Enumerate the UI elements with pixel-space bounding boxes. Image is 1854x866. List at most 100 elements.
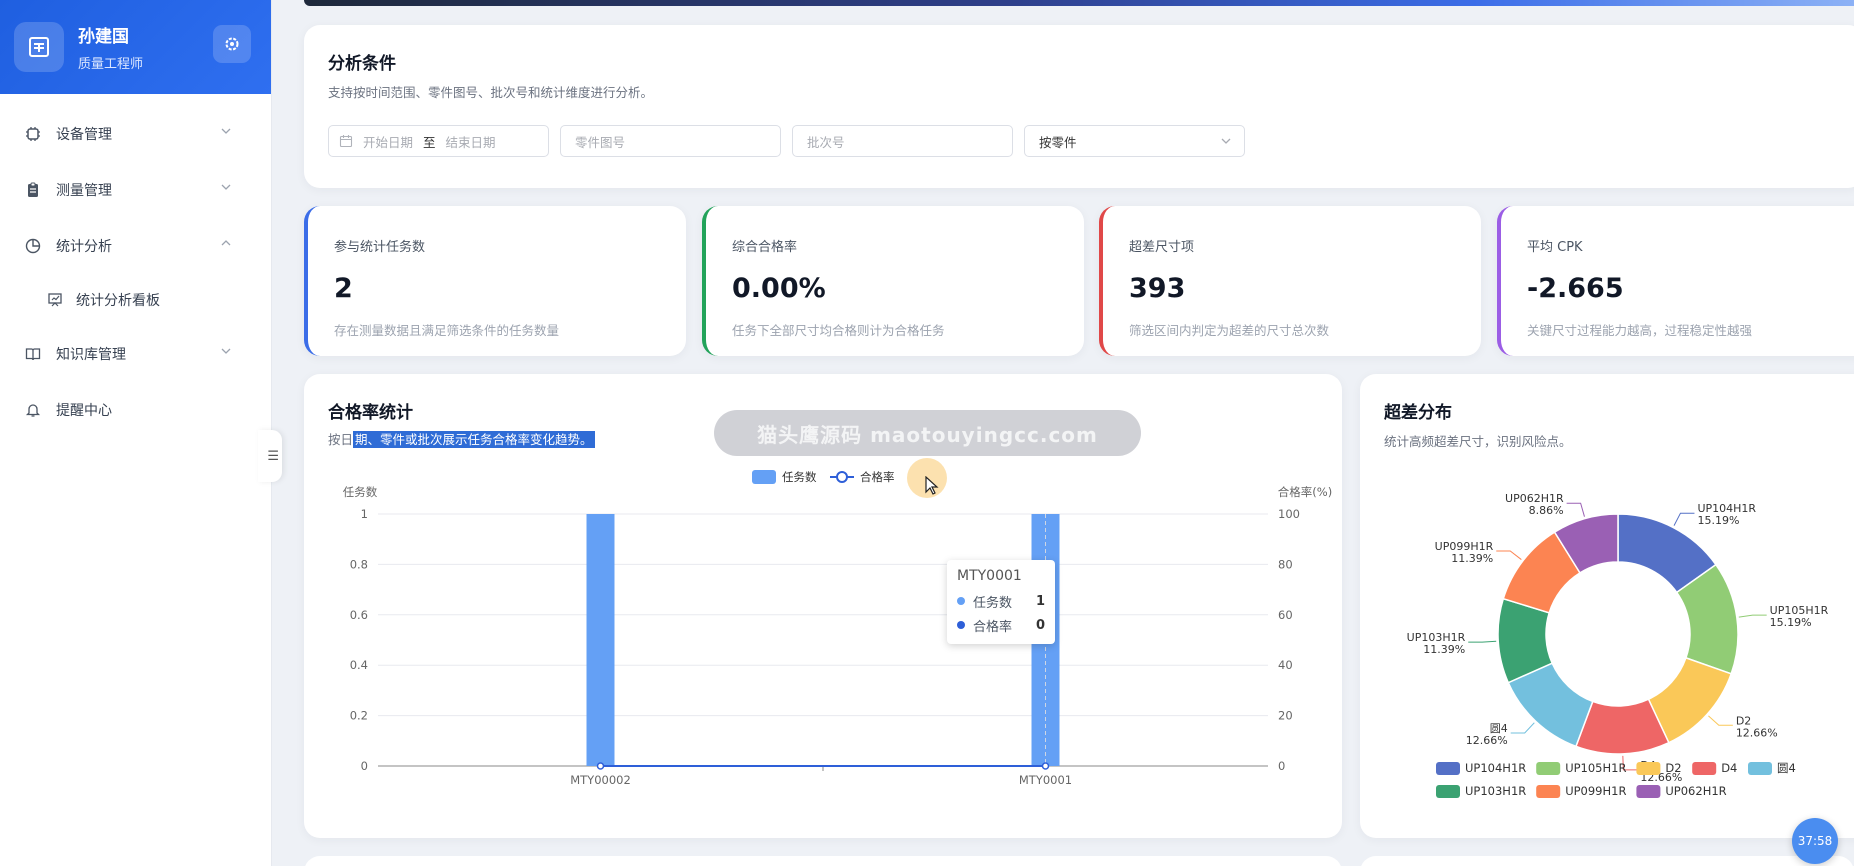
legend-label: D4 xyxy=(1721,761,1737,775)
watermark: 猫头鹰源码 maotouyingcc.com xyxy=(714,410,1141,456)
next-card-edge xyxy=(304,856,1342,866)
next-card-edge xyxy=(1360,856,1854,866)
part-number-input[interactable]: 零件图号 xyxy=(560,125,781,157)
dimension-select-value: 按零件 xyxy=(1039,134,1077,150)
avatar[interactable] xyxy=(14,22,64,72)
legend-swatch xyxy=(1436,762,1460,775)
legend-line-marker xyxy=(836,471,848,483)
slice-percent-label: 12.66% xyxy=(1736,726,1778,739)
sidebar-collapse-button[interactable]: ☰ xyxy=(258,430,282,482)
timer-badge[interactable]: 37:58 xyxy=(1792,818,1838,864)
chevron-up-icon xyxy=(221,240,231,246)
start-date-input[interactable]: 开始日期 xyxy=(363,132,413,151)
settings-button[interactable] xyxy=(213,25,251,63)
nav-item-reminders[interactable]: 提醒中心 xyxy=(0,382,271,438)
nav-item-device[interactable]: 设备管理 xyxy=(0,106,271,162)
date-range-picker[interactable]: 开始日期 至 结束日期 xyxy=(328,125,549,157)
tooltip-row: 合格率 0 xyxy=(957,613,1045,637)
user-card: 孙建国 质量工程师 xyxy=(0,0,271,94)
nav-menu: 设备管理 测量管理 统计分析 统计分析看板 知识库管理 提醒中心 xyxy=(0,106,271,438)
cursor-icon xyxy=(925,476,939,495)
nav-item-knowledge[interactable]: 知识库管理 xyxy=(0,326,271,382)
tooltip-row-value: 1 xyxy=(1035,593,1045,609)
legend-label: UP099H1R xyxy=(1565,784,1626,798)
y-right-tick-label: 0 xyxy=(1278,759,1285,773)
y-right-tick-label: 20 xyxy=(1278,709,1293,723)
user-role: 质量工程师 xyxy=(78,57,144,72)
y-right-tick-label: 60 xyxy=(1278,608,1293,622)
slice-percent-label: 11.39% xyxy=(1423,643,1465,656)
slice-percent-label: 15.19% xyxy=(1697,514,1739,527)
label-leader-line xyxy=(1468,640,1497,643)
stat-value: 2 xyxy=(334,273,353,304)
user-name: 孙建国 xyxy=(78,27,129,47)
dimension-select[interactable]: 按零件 xyxy=(1024,125,1245,157)
bell-icon xyxy=(24,401,42,419)
nav-item-measure[interactable]: 测量管理 xyxy=(0,162,271,218)
stat-value: 393 xyxy=(1129,273,1186,304)
stat-label: 超差尺寸项 xyxy=(1129,240,1195,255)
y-axis-title: 任务数 xyxy=(343,485,378,499)
filter-title: 分析条件 xyxy=(328,54,396,74)
nav-label: 统计分析 xyxy=(56,239,112,255)
legend-bar-swatch xyxy=(752,470,776,484)
sidebar: 孙建国 质量工程师 设备管理 测量管理 统计分析 统计分析看板 知识库管理 提醒… xyxy=(0,0,272,866)
nav-label: 提醒中心 xyxy=(56,403,112,419)
end-date-input[interactable]: 结束日期 xyxy=(446,132,496,151)
nav-item-statistics[interactable]: 统计分析 xyxy=(0,218,271,274)
line-point xyxy=(596,762,605,770)
y-tick-label: 0 xyxy=(361,759,368,773)
y-tick-label: 0.4 xyxy=(350,658,368,672)
y-tick-label: 0.6 xyxy=(350,608,368,622)
book-icon xyxy=(24,345,42,363)
batch-number-input[interactable]: 批次号 xyxy=(792,125,1013,157)
slice-percent-label: 15.19% xyxy=(1770,616,1812,629)
collapse-icon: ☰ xyxy=(267,448,279,464)
label-leader-line xyxy=(1673,512,1695,526)
label-leader-line xyxy=(1708,715,1733,726)
chevron-down-icon xyxy=(221,184,231,190)
y-right-tick-label: 100 xyxy=(1278,507,1300,521)
legend-swatch xyxy=(1636,762,1661,775)
slice-percent-label: 8.86% xyxy=(1529,504,1564,517)
legend-swatch xyxy=(1692,762,1717,775)
tooltip-row-name: 任务数 xyxy=(973,595,1013,611)
stat-label: 参与统计任务数 xyxy=(334,240,426,255)
legend-label: UP104H1R xyxy=(1465,761,1526,775)
pie-icon xyxy=(24,237,42,255)
x-tick-label: MTY00002 xyxy=(570,773,631,787)
legend-dot-icon xyxy=(957,621,965,629)
label-leader-line xyxy=(1738,614,1767,618)
slice-percent-label: 11.39% xyxy=(1451,552,1493,565)
line-point xyxy=(1041,762,1050,770)
legend-label: 合格率 xyxy=(860,470,895,484)
legend-label: UP103H1R xyxy=(1465,784,1526,798)
y-right-tick-label: 40 xyxy=(1278,658,1293,672)
tooltip-row: 任务数 1 xyxy=(957,589,1045,613)
nav-label: 设备管理 xyxy=(56,127,112,143)
legend-swatch xyxy=(1536,785,1561,798)
stat-desc: 任务下全部尺寸均合格则计为合格任务 xyxy=(732,323,945,338)
legend-dot-icon xyxy=(957,597,965,605)
chart-tooltip: MTY0001 任务数 1 合格率 0 xyxy=(947,560,1055,644)
chevron-down-icon xyxy=(221,128,231,134)
nav-label: 知识库管理 xyxy=(56,347,126,363)
stat-desc: 存在测量数据且满足筛选条件的任务数量 xyxy=(334,323,560,338)
chevron-down-icon xyxy=(1221,138,1231,144)
tooltip-title: MTY0001 xyxy=(957,568,1022,584)
label-leader-line xyxy=(1566,502,1585,517)
tooltip-row-name: 合格率 xyxy=(973,619,1013,635)
deviation-pie-chart[interactable]: UP104H1R 15.19% UP105H1R 15.19% D2 12.66% D4 12… xyxy=(1360,374,1854,838)
legend-swatch xyxy=(1636,785,1661,798)
board-icon xyxy=(46,291,64,309)
slice-percent-label: 12.66% xyxy=(1466,734,1508,747)
clipboard-icon xyxy=(24,181,42,199)
stat-label: 综合合格率 xyxy=(732,240,798,255)
tooltip-row-value: 0 xyxy=(1035,617,1045,633)
stat-card-task-count: 参与统计任务数 2 存在测量数据且满足筛选条件的任务数量 xyxy=(304,206,686,356)
nav-sub-label: 统计分析看板 xyxy=(76,293,160,309)
legend-label: UP105H1R xyxy=(1565,761,1626,775)
nav-label: 测量管理 xyxy=(56,183,112,199)
nav-sub-item-dashboard[interactable]: 统计分析看板 xyxy=(0,274,271,326)
x-tick-label: MTY0001 xyxy=(1019,773,1072,787)
